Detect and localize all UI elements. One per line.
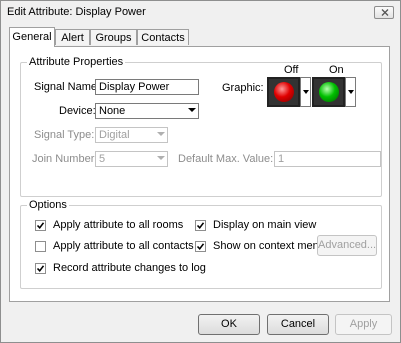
apply-all-contacts-label: Apply attribute to all contacts — [53, 240, 194, 252]
apply-all-contacts-checkbox[interactable] — [35, 241, 46, 252]
signal-type-value: Digital — [99, 129, 130, 141]
graphic-off-picker[interactable] — [267, 77, 311, 107]
red-ball-icon — [274, 82, 294, 102]
close-icon — [381, 9, 389, 16]
display-main-view-label: Display on main view — [213, 219, 317, 231]
signal-name-field[interactable]: Display Power — [95, 79, 199, 95]
graphic-off-label: Off — [284, 64, 299, 76]
tab-general[interactable]: General — [9, 27, 55, 47]
show-context-menu-label: Show on context menu — [213, 240, 325, 252]
graphic-on-swatch — [312, 77, 345, 107]
graphic-off-swatch — [267, 77, 300, 107]
graphic-on-dropdown[interactable] — [345, 77, 356, 107]
options-group: Options Apply attribute to all rooms App… — [20, 199, 382, 289]
attribute-properties-legend: Attribute Properties — [27, 56, 126, 68]
tab-groups[interactable]: Groups — [90, 29, 137, 45]
record-changes-checkbox[interactable] — [35, 263, 46, 274]
join-number-select[interactable]: 5 — [95, 151, 168, 167]
tab-contacts[interactable]: Contacts — [137, 29, 189, 45]
chevron-down-icon — [157, 132, 165, 136]
chevron-down-icon — [303, 90, 309, 94]
default-max-value-label: Default Max. Value: — [178, 153, 274, 165]
cancel-button[interactable]: Cancel — [267, 314, 329, 335]
signal-type-select[interactable]: Digital — [95, 127, 168, 143]
chevron-down-icon — [188, 108, 196, 112]
apply-button[interactable]: Apply — [335, 314, 392, 335]
general-panel: Attribute Properties Signal Name: Displa… — [9, 46, 390, 302]
dialog-window: Edit Attribute: Display Power General Al… — [0, 0, 401, 343]
default-max-value-field[interactable]: 1 — [274, 151, 381, 167]
device-select-value: None — [99, 105, 126, 117]
join-number-label: Join Number: — [32, 153, 98, 165]
tab-alert[interactable]: Alert — [55, 29, 90, 45]
close-button[interactable] — [374, 6, 394, 19]
display-main-view-checkbox[interactable] — [195, 220, 206, 231]
title-bar[interactable]: Edit Attribute: Display Power — [1, 1, 400, 23]
options-legend: Options — [27, 199, 69, 211]
device-select[interactable]: None — [95, 103, 199, 119]
signal-type-label: Signal Type: — [34, 129, 95, 141]
signal-name-label: Signal Name: — [34, 81, 101, 93]
graphic-on-label: On — [329, 64, 344, 76]
checkmark-icon — [196, 222, 205, 230]
checkmark-icon — [36, 265, 45, 273]
join-number-value: 5 — [99, 153, 106, 165]
advanced-button[interactable]: Advanced... — [317, 235, 377, 256]
checkmark-icon — [196, 243, 205, 251]
device-label: Device: — [59, 105, 96, 117]
graphic-label: Graphic: — [222, 82, 264, 94]
apply-all-rooms-checkbox[interactable] — [35, 220, 46, 231]
apply-all-rooms-label: Apply attribute to all rooms — [53, 219, 184, 231]
graphic-off-dropdown[interactable] — [300, 77, 311, 107]
graphic-on-picker[interactable] — [312, 77, 356, 107]
show-context-menu-checkbox[interactable] — [195, 241, 206, 252]
chevron-down-icon — [348, 90, 354, 94]
record-changes-label: Record attribute changes to log — [53, 262, 206, 274]
green-ball-icon — [319, 82, 339, 102]
chevron-down-icon — [157, 156, 165, 160]
ok-button[interactable]: OK — [198, 314, 260, 335]
attribute-properties-group: Attribute Properties Signal Name: Displa… — [20, 56, 382, 197]
checkmark-icon — [36, 222, 45, 230]
window-title: Edit Attribute: Display Power — [7, 6, 146, 18]
